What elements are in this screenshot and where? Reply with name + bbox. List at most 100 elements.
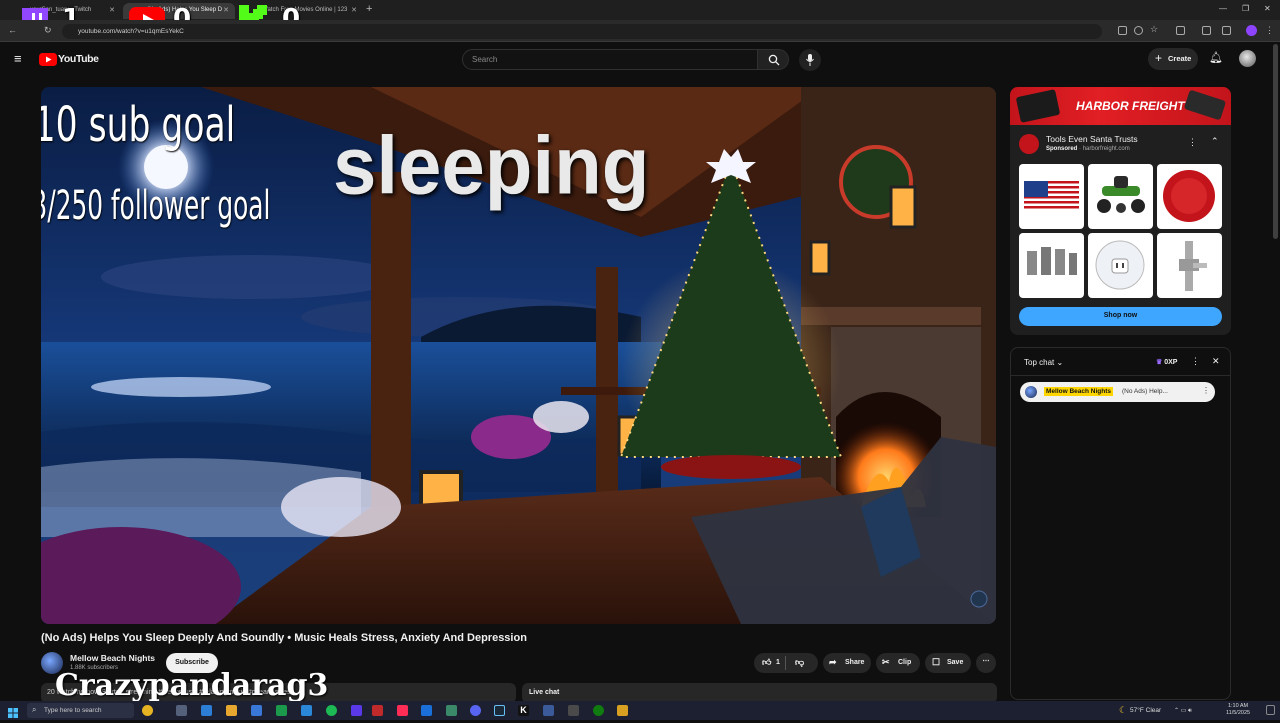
- ad-title[interactable]: Tools Even Santa Trusts: [1046, 134, 1138, 144]
- task-view-icon[interactable]: [176, 705, 187, 716]
- voice-search-button[interactable]: [799, 49, 821, 71]
- tiktok-icon[interactable]: [397, 705, 408, 716]
- pinned-message-text: (No Ads) Help...: [1122, 388, 1168, 395]
- reload-icon[interactable]: ↻: [44, 25, 52, 36]
- close-tab-icon[interactable]: ✕: [223, 6, 229, 14]
- spotify-icon[interactable]: [326, 705, 337, 716]
- xbox-icon[interactable]: [593, 705, 604, 716]
- app-icon-7[interactable]: [543, 705, 554, 716]
- more-actions-button[interactable]: ⋯: [976, 653, 996, 673]
- kick-taskbar-icon[interactable]: K: [518, 705, 529, 716]
- video-title: (No Ads) Helps You Sleep Deeply And Soun…: [41, 632, 527, 644]
- profile-avatar[interactable]: [1246, 25, 1257, 36]
- clip-label: Clip: [898, 659, 912, 666]
- chat-mode-dropdown[interactable]: Top chat ⌄: [1024, 358, 1063, 367]
- product-outlet-image[interactable]: [1088, 233, 1153, 298]
- thumbs-down-icon[interactable]: 👎︎: [795, 657, 804, 668]
- notifications-bell-icon[interactable]: 🔔︎: [1209, 51, 1223, 64]
- maximize-icon[interactable]: ❐: [1242, 4, 1249, 13]
- url-field[interactable]: youtube.com/watch?v=u1qmEsYekC: [62, 24, 1102, 39]
- clip-button[interactable]: ✂ Clip: [876, 653, 920, 673]
- product-cart-image[interactable]: [1088, 164, 1153, 229]
- close-chat-icon[interactable]: ✕: [1212, 356, 1220, 367]
- xp-badge[interactable]: ♛ 0XP: [1156, 358, 1177, 366]
- close-tab-icon[interactable]: ✕: [109, 6, 115, 14]
- store-icon[interactable]: [251, 705, 262, 716]
- create-label: Create: [1168, 54, 1192, 63]
- widget-icon[interactable]: [142, 705, 153, 716]
- app-icon-9[interactable]: [617, 705, 628, 716]
- ad-banner[interactable]: HARBOR FREIGHT: [1010, 87, 1231, 125]
- product-socket-set-image[interactable]: [1019, 233, 1084, 298]
- tab-title: Watch Free Movies Online | 123: [262, 7, 348, 13]
- scissors-icon: ✂: [882, 657, 890, 667]
- chat-header: Top chat ⌄ ♛ 0XP ⋮ ✕: [1011, 348, 1230, 376]
- product-red-disc-image[interactable]: [1157, 164, 1222, 229]
- shop-now-button[interactable]: Shop now: [1019, 307, 1222, 326]
- app-icon-8[interactable]: [568, 705, 579, 716]
- youtube-logo-text[interactable]: YouTube: [58, 53, 99, 65]
- back-icon[interactable]: ←: [8, 25, 17, 35]
- pinned-menu-icon[interactable]: ⋮: [1202, 386, 1210, 395]
- pinned-message[interactable]: Mellow Beach Nights (No Ads) Help... ⋮: [1020, 382, 1215, 402]
- new-tab-button[interactable]: +: [366, 3, 372, 15]
- app-icon-4[interactable]: [372, 705, 383, 716]
- app-icon-6[interactable]: [446, 705, 457, 716]
- notification-center-icon[interactable]: [1266, 705, 1275, 715]
- like-button[interactable]: 👍︎: [762, 657, 771, 668]
- live-chat-replay-bar[interactable]: Live chat: [522, 683, 997, 703]
- hamburger-menu-icon[interactable]: ≡: [14, 51, 22, 66]
- product-valve-image[interactable]: [1157, 233, 1222, 298]
- chat-menu-icon[interactable]: ⋮: [1191, 356, 1200, 367]
- windows-start-icon[interactable]: [8, 705, 18, 718]
- sidebar-icon[interactable]: [1202, 26, 1211, 35]
- bookmark-star-icon[interactable]: ☆: [1150, 24, 1158, 35]
- advertiser-logo[interactable]: [1019, 134, 1039, 154]
- ad-sponsored-line: Sponsored · harborfreight.com: [1046, 146, 1130, 152]
- close-tab-icon[interactable]: ✕: [351, 6, 357, 14]
- product-flag-image[interactable]: [1019, 164, 1084, 229]
- divider: [785, 656, 786, 670]
- sponsored-ad-card[interactable]: HARBOR FREIGHT Tools Even Santa Trusts S…: [1010, 87, 1231, 335]
- zoom-icon[interactable]: [1134, 26, 1143, 35]
- menu-dots-icon[interactable]: ⋮: [1265, 25, 1274, 36]
- taskbar-clock[interactable]: 1:10 AM 11/5/2025: [1226, 703, 1250, 717]
- steam-icon[interactable]: [494, 705, 505, 716]
- file-explorer-icon[interactable]: [226, 705, 237, 716]
- collapse-chevron-icon[interactable]: ⌃: [1211, 136, 1219, 147]
- search-input[interactable]: Search: [462, 49, 758, 70]
- microphone-icon: [806, 54, 814, 66]
- search-placeholder: Search: [472, 55, 498, 64]
- ad-menu-icon[interactable]: ⋮: [1188, 137, 1197, 148]
- extensions-puzzle-icon[interactable]: [1176, 26, 1185, 35]
- system-tray-icons[interactable]: ⌃ ▭ 🔊︎: [1174, 707, 1192, 715]
- extension-icon[interactable]: [1118, 26, 1127, 35]
- taskbar-search-box[interactable]: ⌕ Type here to search: [27, 703, 134, 718]
- channel-name[interactable]: Mellow Beach Nights: [70, 653, 155, 663]
- app-icon-1[interactable]: [276, 705, 287, 716]
- windows-taskbar: ⌕ Type here to search K ☾ 57°F Clear ⌃ ▭…: [0, 701, 1280, 720]
- discord-icon[interactable]: [470, 705, 481, 716]
- app-icon-2[interactable]: [301, 705, 312, 716]
- search-button[interactable]: [757, 49, 789, 70]
- chevron-down-icon: ⌄: [1056, 358, 1064, 367]
- browser-tab-bar: yourSan_tuary - Twitch ✕ (No Ads) Helps …: [0, 0, 1280, 20]
- clock-time: 1:10 AM: [1227, 703, 1249, 709]
- minimize-icon[interactable]: —: [1219, 4, 1227, 13]
- weather-widget[interactable]: 57°F Clear: [1130, 707, 1161, 714]
- create-button[interactable]: + Create: [1148, 48, 1198, 70]
- app-icon-3[interactable]: [351, 705, 362, 716]
- share-button[interactable]: ➦ Share: [823, 653, 871, 673]
- streamer-signature: Crazypandarag3: [55, 668, 329, 703]
- page-scrollbar[interactable]: [1273, 44, 1278, 239]
- account-avatar[interactable]: [1239, 50, 1256, 67]
- share-label: Share: [845, 659, 865, 666]
- youtube-logo-icon[interactable]: [39, 53, 57, 66]
- download-icon[interactable]: [1222, 26, 1231, 35]
- search-icon: ⌕: [32, 705, 37, 714]
- save-button[interactable]: ☐ Save: [925, 653, 971, 673]
- app-icon-5[interactable]: [421, 705, 432, 716]
- save-playlist-icon: ☐: [932, 657, 941, 667]
- close-window-icon[interactable]: ✕: [1264, 4, 1271, 13]
- edge-icon[interactable]: [201, 705, 212, 716]
